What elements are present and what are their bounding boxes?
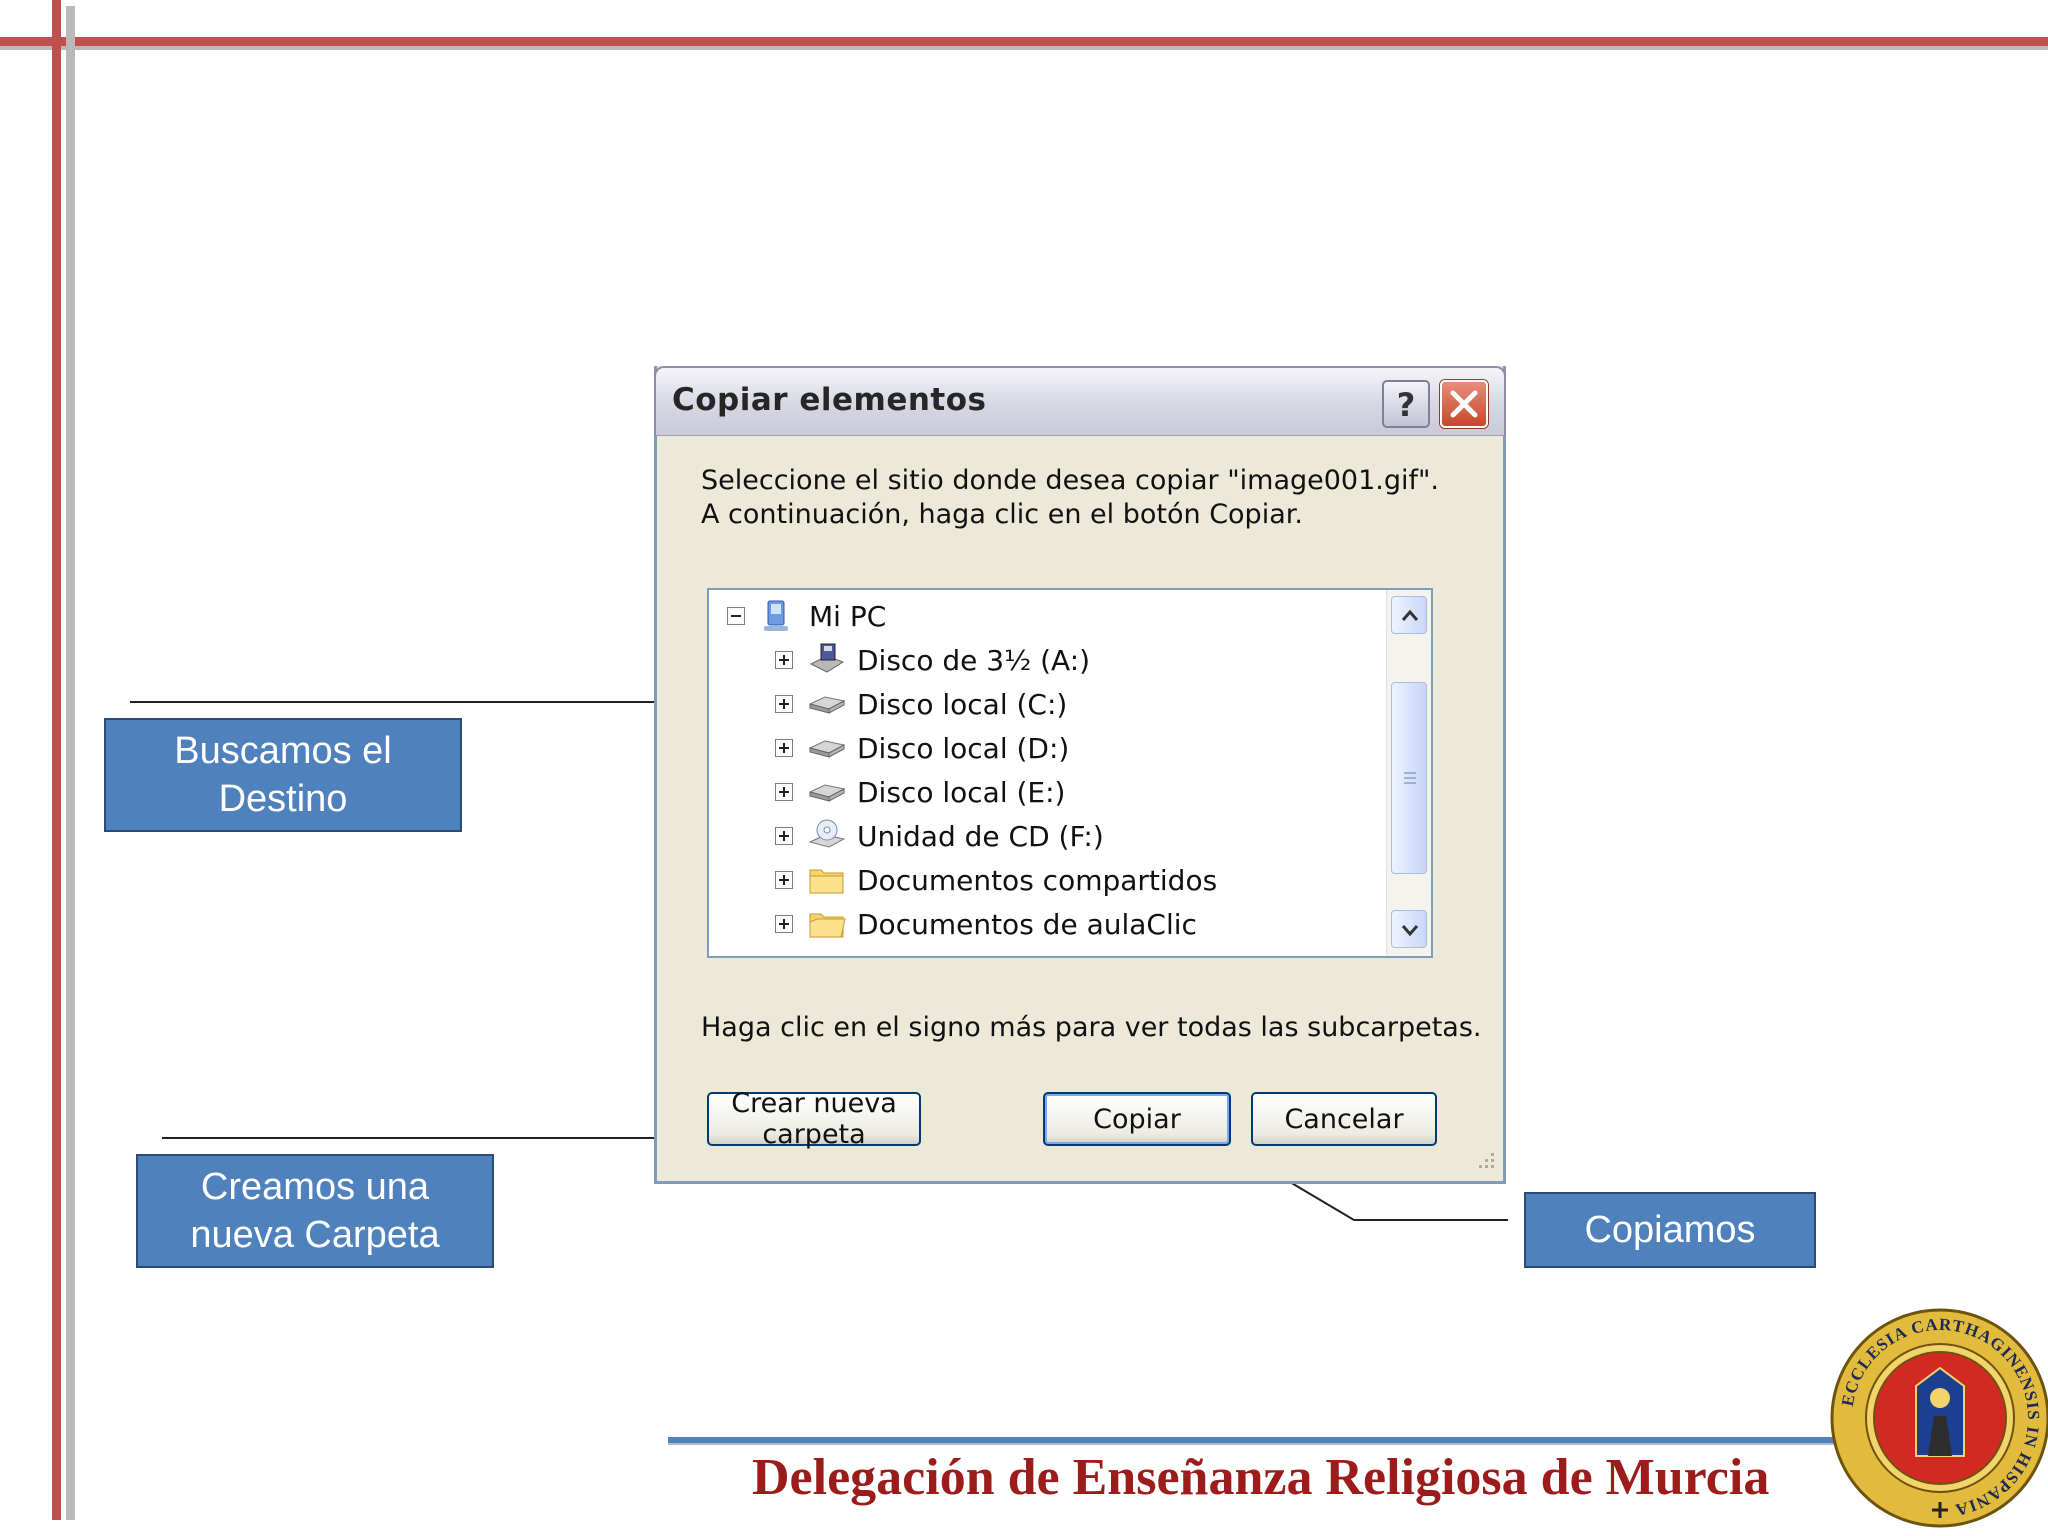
cd-drive-icon [808, 819, 846, 848]
collapse-icon[interactable] [727, 607, 745, 625]
hard-drive-icon [808, 784, 846, 802]
cancel-button[interactable]: Cancelar [1251, 1092, 1437, 1146]
tree-item-label: Documentos compartidos [857, 863, 1218, 897]
help-button[interactable]: ? [1382, 380, 1430, 428]
footer-blue-bar [668, 1437, 1843, 1445]
grip-lines-icon [1404, 772, 1416, 784]
tree-item-label: Disco de 3½ (A:) [857, 643, 1091, 677]
dialog-title: Copiar elementos [672, 382, 987, 418]
tree-item-documentos-aulaclic[interactable]: Documentos de aulaClic [775, 904, 1197, 944]
dialog-titlebar[interactable]: Copiar elementos ? [654, 366, 1506, 436]
tree-item-drive-c[interactable]: Disco local (C:) [775, 684, 1067, 724]
floppy-drive-icon [809, 643, 845, 673]
expand-icon[interactable] [775, 915, 793, 933]
computer-icon [764, 600, 788, 631]
callout-buscamos-destino: Buscamos el Destino [104, 718, 462, 832]
tree-item-drive-f[interactable]: Unidad de CD (F:) [775, 816, 1104, 856]
chevron-down-icon [1401, 925, 1419, 937]
resize-grip-icon[interactable] [1471, 1149, 1497, 1175]
hint-text: Haga clic en el signo más para ver todas… [701, 1012, 1482, 1043]
tree-item-label: Disco local (E:) [857, 775, 1066, 809]
scroll-down-button[interactable] [1391, 910, 1427, 948]
tree-item-drive-d[interactable]: Disco local (D:) [775, 728, 1069, 768]
chevron-up-icon [1401, 609, 1419, 621]
scroll-up-button[interactable] [1391, 596, 1427, 634]
close-icon [1450, 390, 1478, 418]
expand-icon[interactable] [775, 827, 793, 845]
close-button[interactable] [1440, 380, 1488, 428]
help-icon: ? [1397, 386, 1416, 424]
callout-copiamos: Copiamos [1524, 1192, 1816, 1268]
svg-text:?: ? [1397, 386, 1416, 424]
callout-line-2: Destino [218, 778, 348, 820]
tree-item-label: Mi PC [809, 599, 887, 633]
tree-item-label: Disco local (D:) [857, 731, 1070, 765]
folder-icon [809, 869, 844, 894]
hard-drive-icon [808, 740, 846, 758]
folder-tree[interactable]: Mi PC Disco de 3½ (A:) Disco local (C:) [707, 588, 1433, 958]
hard-drive-icon [808, 696, 846, 714]
expand-icon[interactable] [775, 739, 793, 757]
expand-icon[interactable] [775, 695, 793, 713]
copy-items-dialog: Copiar elementos ? Seleccione el sitio d… [654, 366, 1506, 1184]
callout-line-1: Buscamos el [174, 730, 392, 772]
tree-scrollbar[interactable] [1386, 590, 1431, 956]
tree-item-label: Documentos de aulaClic [857, 907, 1197, 941]
expand-icon[interactable] [775, 651, 793, 669]
copy-button[interactable]: Copiar [1043, 1092, 1231, 1146]
expand-icon[interactable] [775, 871, 793, 889]
callout-line-2: nueva Carpeta [190, 1214, 440, 1256]
callout-line-1: Copiamos [1584, 1209, 1756, 1251]
footer-title: Delegación de Enseñanza Religiosa de Mur… [752, 1449, 1770, 1506]
diocese-seal-logo: ECCLESIA CARTHAGINENSIS IN HISPANIA [1830, 1308, 2048, 1528]
expand-icon[interactable] [775, 783, 793, 801]
prompt-text: Seleccione el sitio donde desea copiar "… [701, 465, 1440, 530]
tree-item-drive-a[interactable]: Disco de 3½ (A:) [775, 640, 1090, 680]
scroll-thumb[interactable] [1391, 682, 1427, 874]
new-folder-button[interactable]: Crear nueva carpeta [707, 1088, 921, 1150]
folder-icon [809, 913, 846, 938]
tree-item-label: Disco local (C:) [857, 687, 1068, 721]
callout-nueva-carpeta: Creamos una nueva Carpeta [136, 1154, 494, 1268]
callout-line-1: Creamos una [200, 1166, 430, 1208]
tree-item-drive-e[interactable]: Disco local (E:) [775, 772, 1065, 812]
tree-item-mi-pc[interactable]: Mi PC [727, 596, 886, 636]
tree-item-documentos-compartidos[interactable]: Documentos compartidos [775, 860, 1217, 900]
tree-item-label: Unidad de CD (F:) [857, 819, 1104, 853]
